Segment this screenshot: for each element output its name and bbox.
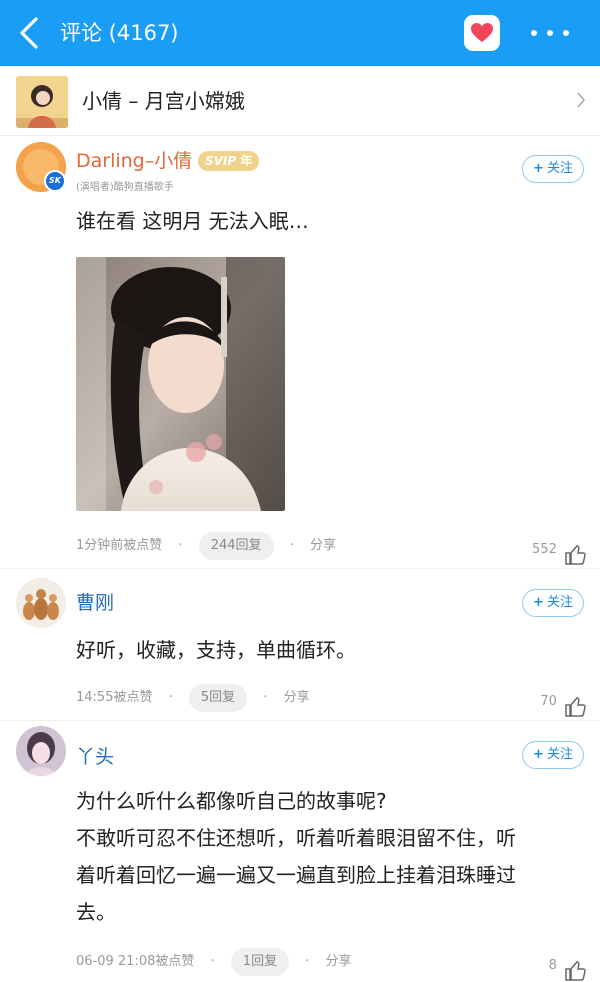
song-title: 小倩 – 月宫小嫦娥 [82,89,245,113]
separator-dot: · [178,538,183,553]
follow-button[interactable]: + 关注 [522,589,584,617]
comment-text-line: 不敢听可忍不住还想听，听着听着眼泪留不住，听 [76,826,516,850]
username[interactable]: 丫头 [76,744,114,770]
plus-icon: + [533,161,544,176]
comment-text-line: 为什么听什么都像听自己的故事呢? [76,789,387,813]
divider [0,720,600,721]
favorite-button[interactable] [464,15,500,51]
thumb-up-icon [565,961,586,981]
username[interactable]: Darling–小倩 [76,148,192,174]
reply-count-button[interactable]: 1回复 [230,948,290,976]
comment-text-line: 着听着回忆一遍一遍又一遍直到脸上挂着泪珠睡过 [76,863,516,887]
avatar[interactable] [16,578,66,628]
comment-text: 谁在看 这明月 无法入眠… [76,209,309,233]
follow-button[interactable]: + 关注 [522,741,584,769]
username[interactable]: 曹刚 [76,590,114,616]
vip-badge-suffix: 年 [240,154,253,168]
more-icon-dot [547,30,553,36]
plus-icon: + [533,747,544,762]
vip-badge-label: SVIP [205,154,237,168]
verified-badge: SK [44,170,66,192]
chevron-left-icon[interactable] [16,15,44,51]
separator-dot: · [263,690,268,705]
avatar[interactable] [16,726,66,776]
separator-dot: · [289,538,294,553]
song-cover-image [16,76,68,128]
follow-label: 关注 [546,595,573,610]
like-button[interactable]: 70 [540,686,586,717]
plus-icon: + [533,595,544,610]
share-link[interactable]: 分享 [310,538,336,553]
liked-time: 1分钟前被点赞 [76,538,163,553]
like-count: 70 [540,694,557,709]
more-icon-dot [563,30,569,36]
like-count: 552 [532,542,557,557]
chevron-right-icon [577,92,586,108]
vip-badge: SVIP 年 [198,151,260,171]
thumb-up-icon [565,697,586,717]
top-bar: 评论 (4167) [0,0,600,66]
like-count: 8 [548,958,557,973]
separator-dot: · [305,954,310,969]
comment-meta: 06-09 21:08被点赞 · 1回复 · 分享 [76,948,352,976]
more-options-button[interactable] [528,22,572,44]
divider [0,568,600,569]
share-link[interactable]: 分享 [284,690,310,705]
comment-text: 好听，收藏，支持，单曲循环。 [76,638,356,662]
user-subtitle: (演唱者)酷狗直播歌手 [76,182,174,193]
song-info-row[interactable]: 小倩 – 月宫小嫦娥 [0,66,600,136]
heart-icon [471,23,493,42]
share-link[interactable]: 分享 [326,954,352,969]
separator-dot: · [168,690,173,705]
follow-label: 关注 [546,161,573,176]
separator-dot: · [210,954,215,969]
follow-button[interactable]: + 关注 [522,155,584,183]
like-button[interactable]: 8 [549,950,586,981]
comment-meta: 1分钟前被点赞 · 244回复 · 分享 [76,532,336,560]
follow-label: 关注 [546,747,573,762]
comment-text-line: 去。 [76,900,116,924]
reply-count-button[interactable]: 5回复 [188,684,248,712]
liked-time: 06-09 21:08被点赞 [76,954,195,969]
comment-meta: 14:55被点赞 · 5回复 · 分享 [76,684,310,712]
comment-photo[interactable] [76,257,285,511]
reply-count-button[interactable]: 244回复 [198,532,274,560]
like-button[interactable]: 552 [532,534,586,565]
thumb-up-icon [565,545,586,565]
page-title: 评论 (4167) [60,21,179,45]
comment-text: 为什么听什么都像听自己的故事呢? 不敢听可忍不住还想听，听着听着眼泪留不住，听 … [76,783,586,931]
liked-time: 14:55被点赞 [76,690,153,705]
more-icon [531,30,537,36]
